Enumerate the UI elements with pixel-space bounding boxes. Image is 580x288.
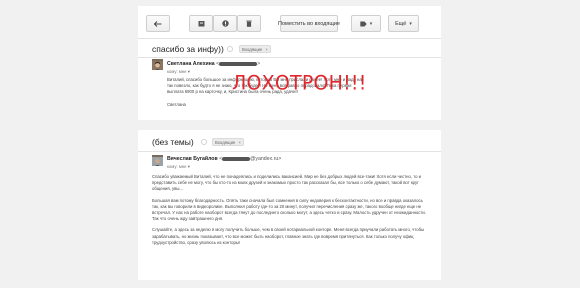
redacted-email [219, 61, 258, 66]
inbox-label-chip[interactable]: Входящие × [212, 138, 244, 146]
recipient-line[interactable]: кому: мне ▾ [167, 69, 190, 75]
archive-icon [198, 21, 204, 27]
divider [138, 57, 441, 58]
back-button[interactable] [146, 15, 170, 32]
label-tag-icon [360, 21, 367, 26]
report-spam-button[interactable] [213, 15, 237, 32]
chevron-down-icon: ▾ [369, 20, 373, 27]
importance-marker[interactable] [201, 139, 207, 145]
avatar[interactable] [152, 59, 163, 70]
email-thread-panel-2: (без темы) Входящие × Вячеслав Бугайлов … [138, 130, 441, 280]
importance-marker[interactable] [227, 46, 233, 52]
recipient-text: кому: мне [167, 69, 187, 74]
body-paragraph: Слушайте, а здесь за неделю я могу получ… [152, 227, 425, 245]
sender-email: < @yandex.ru> [219, 156, 282, 162]
chevron-down-icon[interactable]: ▾ [188, 69, 190, 74]
move-to-inbox-button[interactable]: Поместить во входящие [278, 15, 340, 32]
body-paragraph: Большая вам потому благодарность. Опять … [152, 197, 426, 222]
email-thread-panel-1: Поместить во входящие ▾ Ещё ▾ спасибо за… [138, 6, 441, 120]
body-paragraph: Спасибо уважаемый Виталий, что не понаде… [152, 174, 422, 192]
email-subject: (без темы) [152, 137, 194, 147]
email-body: Спасибо уважаемый Виталий, что не понаде… [152, 174, 426, 251]
sender-name[interactable]: Вячеслав Бугайлов [167, 156, 218, 162]
recipient-line[interactable]: кому: мне ▾ [167, 164, 190, 170]
scam-watermark: ЛОХОТРОН!!! [232, 71, 367, 95]
chevron-down-icon[interactable]: ▾ [188, 164, 190, 169]
remove-label-icon[interactable]: × [238, 140, 241, 145]
divider [138, 38, 441, 39]
label-name: Входящие [242, 46, 263, 52]
delete-button[interactable] [237, 15, 261, 32]
more-label: Ещё [395, 20, 407, 27]
divider [138, 151, 441, 152]
archive-button[interactable] [189, 15, 213, 32]
report-spam-icon [221, 20, 229, 27]
email-subject: спасибо за инфу)) [152, 44, 224, 54]
avatar[interactable] [152, 155, 163, 166]
sender-email: < > [216, 61, 261, 67]
more-button[interactable]: Ещё ▾ [388, 15, 419, 32]
remove-label-icon[interactable]: × [265, 47, 268, 52]
recipient-text: кому: мне [167, 164, 187, 169]
back-arrow-icon [154, 20, 162, 27]
move-to-inbox-label: Поместить во входящие [278, 20, 340, 27]
inbox-label-chip[interactable]: Входящие × [239, 45, 271, 53]
sender-name[interactable]: Светлана Алехина [167, 61, 215, 67]
sender-line: Светлана Алехина < > [167, 61, 260, 67]
signature: Светлана [167, 101, 186, 107]
label-name: Входящие [215, 139, 236, 145]
chevron-down-icon: ▾ [409, 20, 412, 27]
trash-icon [246, 20, 252, 27]
sender-line: Вячеслав Бугайлов < @yandex.ru> [167, 156, 281, 162]
labels-button[interactable]: ▾ [351, 15, 381, 32]
redacted-email [222, 156, 251, 161]
